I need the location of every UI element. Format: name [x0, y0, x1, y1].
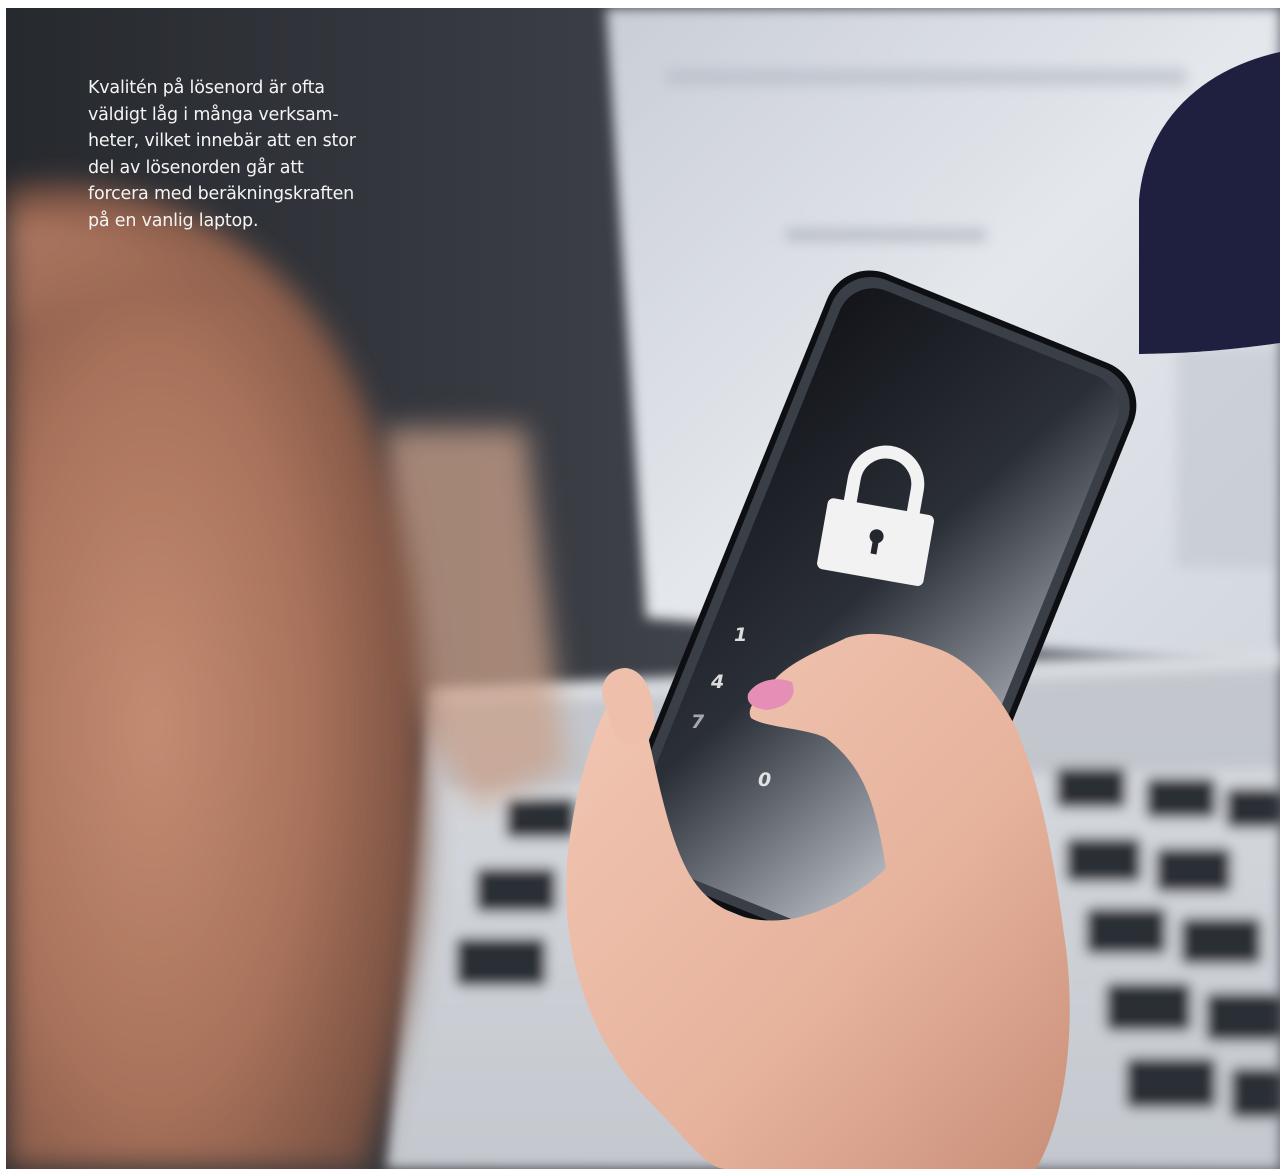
svg-text:7: 7 [691, 711, 705, 733]
caption-line: på en vanlig laptop. [88, 210, 259, 231]
caption-line: heter, vilket innebär att en stor [88, 131, 356, 151]
svg-text:1: 1 [734, 624, 747, 646]
caption-line: Kvalitén på lösenord är ofta [88, 78, 325, 98]
svg-text:4: 4 [710, 671, 724, 693]
caption-line: väldigt låg i många verksam- [88, 104, 339, 125]
caption-line: del av lösenorden går att [88, 157, 304, 178]
page: 1 3 4 7 0 Kvalitén på lösenord är ofta [0, 0, 1282, 1169]
svg-text:0: 0 [758, 769, 771, 791]
caption-line: forcera med beräkningskraften [88, 184, 355, 204]
caption-text: Kvalitén på lösenord är ofta väldigt låg… [88, 75, 418, 234]
